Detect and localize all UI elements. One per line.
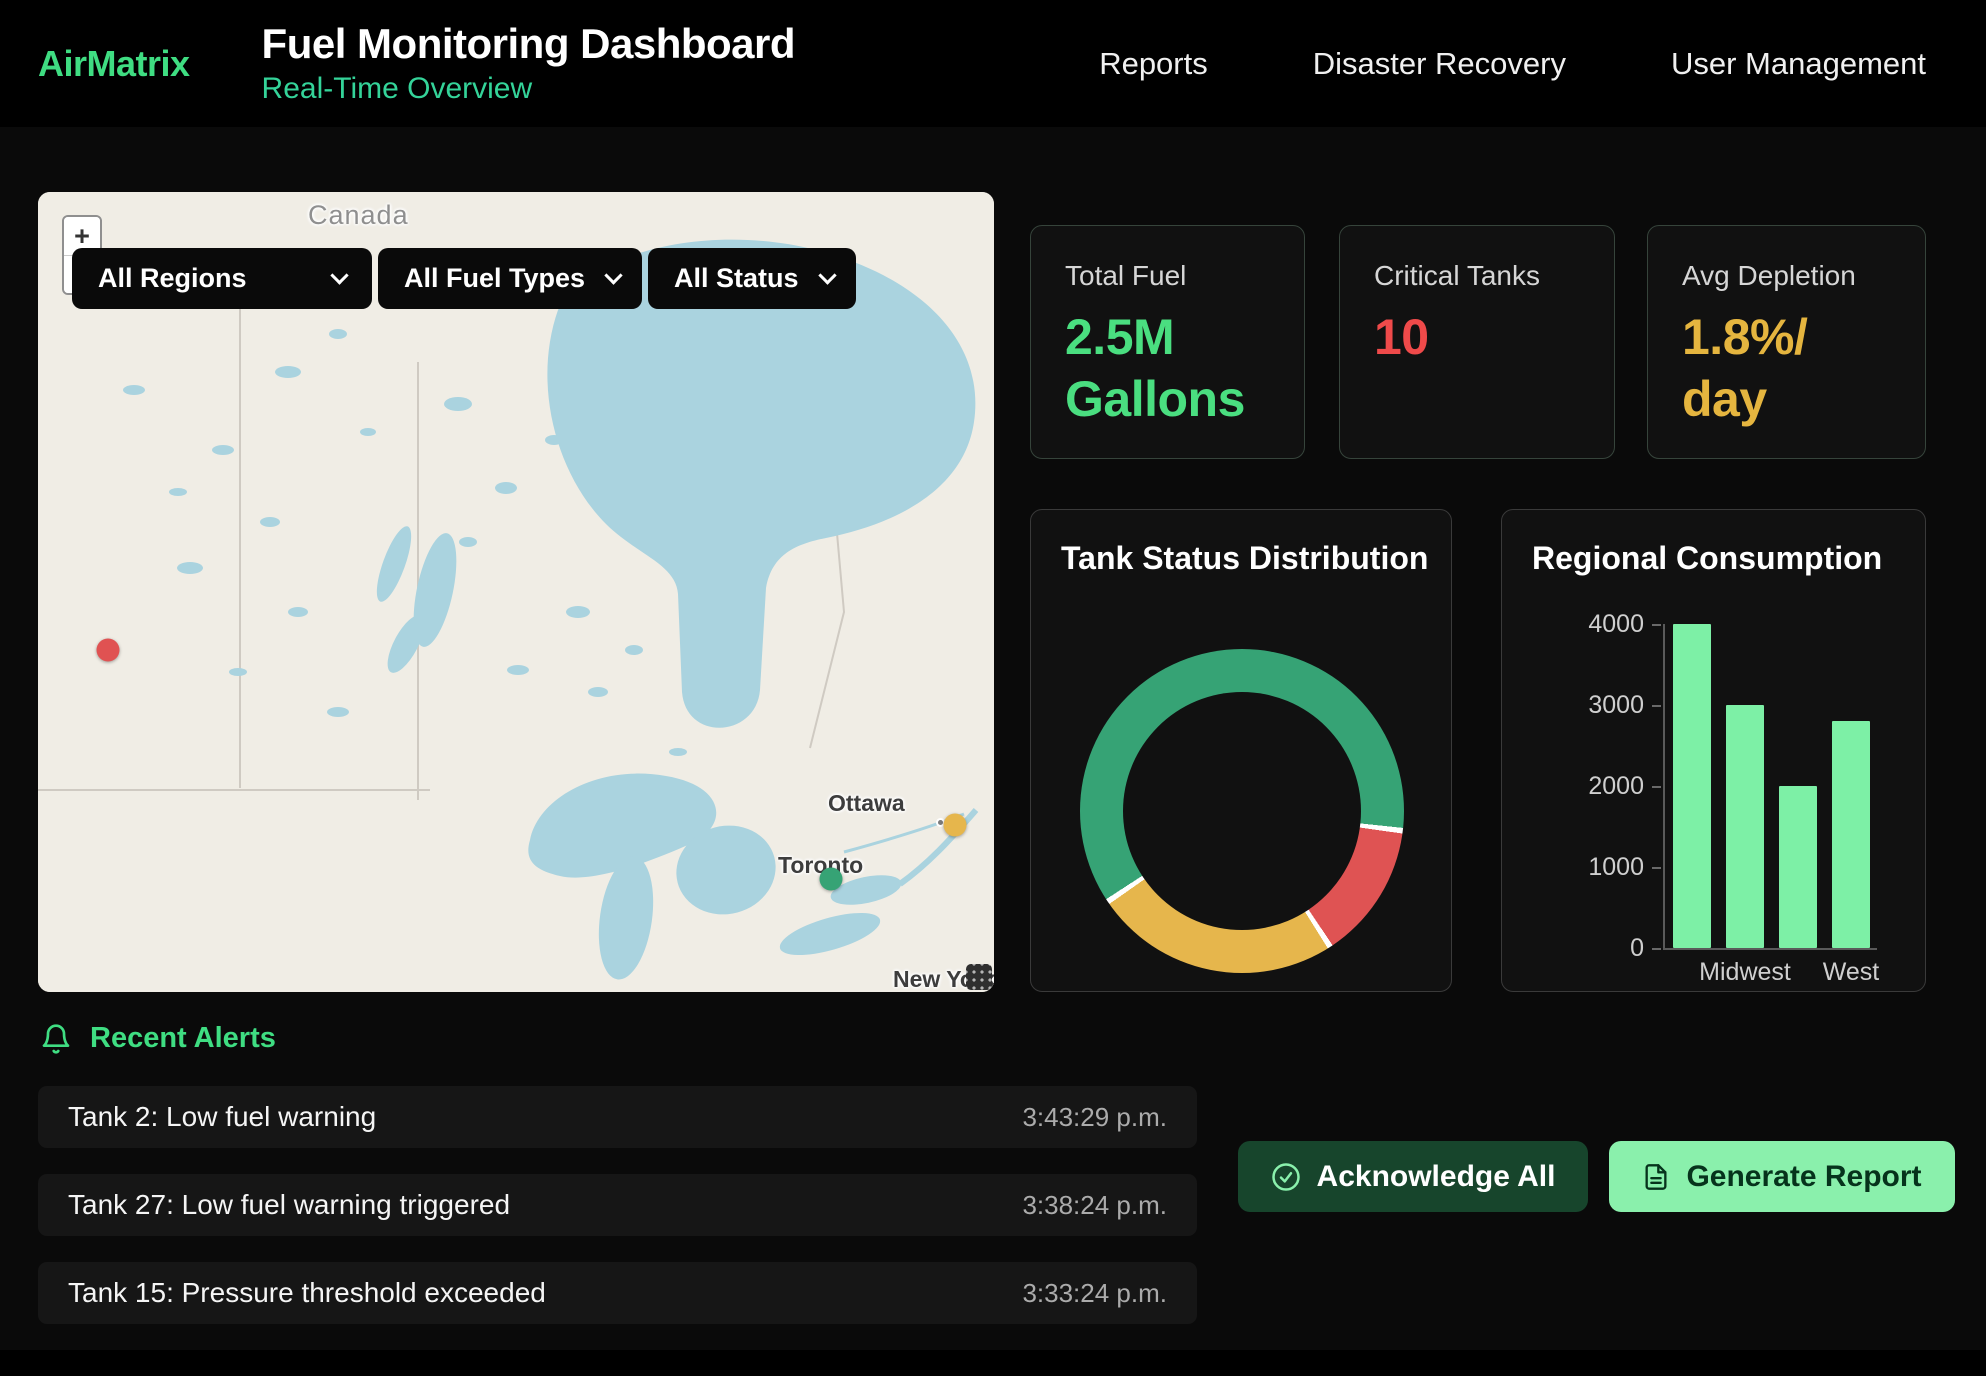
donut-hole	[1123, 692, 1361, 930]
stat-label: Total Fuel	[1065, 260, 1270, 292]
stat-value: 10	[1374, 306, 1580, 368]
y-axis	[1663, 624, 1665, 949]
y-tick-label: 4000	[1532, 610, 1644, 639]
stat-card-critical-tanks: Critical Tanks 10	[1339, 225, 1615, 459]
chevron-down-icon	[604, 266, 622, 284]
alert-time: 3:33:24 p.m.	[1022, 1278, 1167, 1309]
stat-card-total-fuel: Total Fuel 2.5M Gallons	[1030, 225, 1305, 459]
alert-row[interactable]: Tank 2: Low fuel warning 3:43:29 p.m.	[38, 1086, 1197, 1148]
x-tick-label: Midwest	[1685, 958, 1805, 987]
stat-value: 2.5M Gallons	[1065, 306, 1270, 430]
nav-user-management[interactable]: User Management	[1671, 46, 1926, 82]
fuel-type-filter-dropdown[interactable]: All Fuel Types	[378, 248, 642, 309]
brand-logo[interactable]: AirMatrix	[38, 43, 190, 85]
x-axis	[1663, 948, 1877, 950]
chevron-down-icon	[818, 266, 836, 284]
bar-0	[1673, 624, 1711, 948]
alert-row[interactable]: Tank 15: Pressure threshold exceeded 3:3…	[38, 1262, 1197, 1324]
alert-time: 3:43:29 p.m.	[1022, 1102, 1167, 1133]
y-tick-mark	[1652, 867, 1661, 869]
map-label-ottawa: Ottawa	[828, 790, 905, 817]
alert-message: Tank 2: Low fuel warning	[68, 1101, 376, 1133]
stat-card-avg-depletion: Avg Depletion 1.8%/ day	[1647, 225, 1926, 459]
acknowledge-all-label: Acknowledge All	[1317, 1160, 1556, 1194]
app-root: AirMatrix Fuel Monitoring Dashboard Real…	[0, 0, 1986, 1376]
tank-status-card: Tank Status Distribution	[1030, 509, 1452, 992]
bar-3	[1832, 721, 1870, 948]
alert-row[interactable]: Tank 27: Low fuel warning triggered 3:38…	[38, 1174, 1197, 1236]
stat-value: 1.8%/ day	[1682, 306, 1891, 430]
status-filter-dropdown[interactable]: All Status	[648, 248, 856, 309]
map-panel[interactable]: Canada Ottawa Toronto New York + − All R…	[38, 192, 994, 992]
header: AirMatrix Fuel Monitoring Dashboard Real…	[0, 0, 1986, 127]
main-nav: Reports Disaster Recovery User Managemen…	[1099, 46, 1926, 82]
y-tick-mark	[1652, 786, 1661, 788]
fuel-type-filter-value: All Fuel Types	[404, 263, 585, 294]
map-label-canada: Canada	[308, 200, 409, 231]
alert-message: Tank 27: Low fuel warning triggered	[68, 1189, 510, 1221]
bar-chart: 0 1000 2000 3000 4000 MidwestWest	[1502, 510, 1925, 991]
bar-2	[1779, 786, 1817, 948]
acknowledge-all-button[interactable]: Acknowledge All	[1238, 1141, 1588, 1212]
status-filter-value: All Status	[674, 263, 799, 294]
alerts-title: Recent Alerts	[90, 1022, 276, 1055]
nav-disaster-recovery[interactable]: Disaster Recovery	[1313, 46, 1566, 82]
stat-label: Critical Tanks	[1374, 260, 1580, 292]
map-filters: All Regions All Fuel Types All Status	[72, 248, 856, 309]
region-filter-value: All Regions	[98, 263, 247, 294]
stat-label: Avg Depletion	[1682, 260, 1891, 292]
y-tick-label: 1000	[1532, 853, 1644, 882]
x-tick-label: West	[1791, 958, 1911, 987]
chevron-down-icon	[330, 266, 348, 284]
region-filter-dropdown[interactable]: All Regions	[72, 248, 372, 309]
alert-message: Tank 15: Pressure threshold exceeded	[68, 1277, 546, 1309]
map-marker-warning[interactable]	[943, 813, 966, 836]
generate-report-label: Generate Report	[1686, 1160, 1921, 1194]
bar-1	[1726, 705, 1764, 948]
alert-time: 3:38:24 p.m.	[1022, 1190, 1167, 1221]
y-tick-label: 3000	[1532, 691, 1644, 720]
page-subtitle: Real-Time Overview	[262, 72, 795, 106]
donut-chart-title: Tank Status Distribution	[1061, 540, 1428, 577]
map-marker-critical[interactable]	[96, 638, 119, 661]
page-title: Fuel Monitoring Dashboard	[262, 21, 795, 67]
y-tick-label: 0	[1532, 934, 1644, 963]
map-marker-normal[interactable]	[819, 868, 842, 891]
donut-chart	[1080, 649, 1404, 973]
document-icon	[1642, 1163, 1670, 1191]
footer-strip	[0, 1350, 1986, 1376]
title-block: Fuel Monitoring Dashboard Real-Time Over…	[262, 21, 795, 106]
alerts-header: Recent Alerts	[40, 1022, 276, 1055]
bell-icon	[40, 1023, 72, 1055]
y-tick-mark	[1652, 948, 1661, 950]
generate-report-button[interactable]: Generate Report	[1609, 1141, 1955, 1212]
map-resize-handle[interactable]	[966, 964, 992, 990]
check-circle-icon	[1271, 1162, 1301, 1192]
y-tick-mark	[1652, 624, 1661, 626]
regional-consumption-card: Regional Consumption 01000200030004000Mi…	[1501, 509, 1926, 992]
nav-reports[interactable]: Reports	[1099, 46, 1208, 82]
y-tick-label: 2000	[1532, 772, 1644, 801]
y-tick-mark	[1652, 705, 1661, 707]
